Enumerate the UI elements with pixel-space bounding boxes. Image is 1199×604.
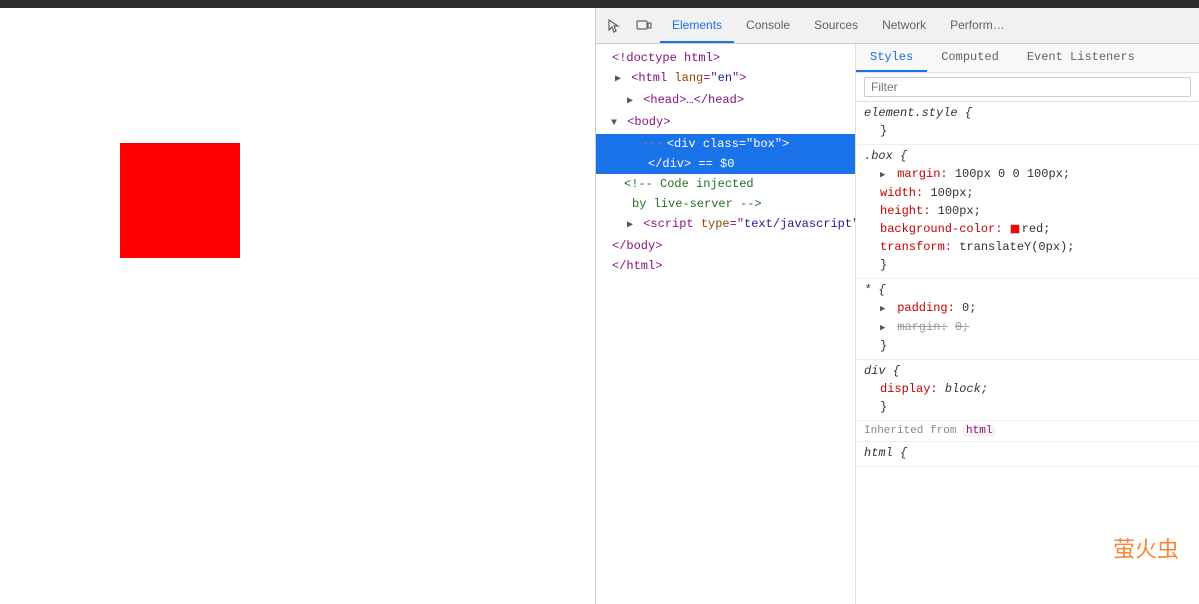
margin-star-triangle[interactable]: ▶ <box>880 319 890 337</box>
css-div-selector: div { <box>864 364 1191 378</box>
script-type-attr: type <box>701 217 730 231</box>
watermark: 萤火虫 <box>1113 532 1179 564</box>
div-class-attr: class <box>703 137 739 151</box>
dom-comment-2[interactable]: by live-server --> <box>596 194 855 214</box>
dom-body-open[interactable]: ▼ <body> <box>596 112 855 134</box>
css-width: width: 100px; <box>864 184 1191 202</box>
doctype-text: <!doctype html> <box>612 51 720 65</box>
dom-script[interactable]: ▶ <script type="text/javascript">…</scri… <box>596 214 855 236</box>
styles-panel: Styles Computed Event Listeners element.… <box>856 44 1199 604</box>
css-background-color: background-color: red; <box>864 220 1191 238</box>
styles-filter-bar <box>856 73 1199 102</box>
css-element-style: element.style { } <box>856 102 1199 145</box>
css-box-selector: .box { <box>864 149 1191 163</box>
head-triangle[interactable]: ▶ <box>624 93 636 111</box>
script-triangle[interactable]: ▶ <box>624 217 636 235</box>
css-padding: ▶ padding: 0; <box>864 299 1191 318</box>
css-html-selector: html { <box>864 446 1191 460</box>
body-tag-open: <body> <box>627 115 670 129</box>
html-lang-attr: lang <box>674 71 703 85</box>
html-close-tag: </html> <box>612 259 662 273</box>
cursor-inspect-icon[interactable] <box>600 12 628 40</box>
css-element-style-close: } <box>864 122 1191 140</box>
red-box-preview <box>120 143 240 258</box>
inherited-from-code: html <box>963 425 995 437</box>
css-margin-star: ▶ margin: 0; <box>864 318 1191 337</box>
tab-performance[interactable]: Perform… <box>938 8 1017 43</box>
css-star-rule: * { ▶ padding: 0; ▶ margin: 0; } <box>856 279 1199 360</box>
styles-subtabs: Styles Computed Event Listeners <box>856 44 1199 73</box>
css-div-rule: div { display: block; } <box>856 360 1199 421</box>
styles-filter-input[interactable] <box>864 77 1191 97</box>
css-margin: ▶ margin: 100px 0 0 100px; <box>864 165 1191 184</box>
devtools-body: <!doctype html> ▶ <html lang="en"> ▶ <he… <box>596 44 1199 604</box>
devtools-nav: Elements Console Sources Network Perform… <box>596 8 1199 44</box>
comment-text: <!-- Code injected <box>624 177 754 191</box>
subtab-event-listeners[interactable]: Event Listeners <box>1013 44 1149 72</box>
dom-div-selected[interactable]: ··· <div class="box"> <box>596 134 855 154</box>
device-toggle-icon[interactable] <box>630 12 658 40</box>
main-area: Elements Console Sources Network Perform… <box>0 8 1199 604</box>
subtab-styles[interactable]: Styles <box>856 44 927 72</box>
html-lang-value: en <box>718 71 732 85</box>
dom-comment[interactable]: <!-- Code injected <box>596 174 855 194</box>
margin-triangle[interactable]: ▶ <box>880 166 890 184</box>
devtools-panel: Elements Console Sources Network Perform… <box>595 8 1199 604</box>
dom-doctype[interactable]: <!doctype html> <box>596 48 855 68</box>
body-triangle[interactable]: ▼ <box>608 115 620 133</box>
css-star-close: } <box>864 337 1191 355</box>
html-tag-open: <html <box>631 71 674 85</box>
div-class-value: box <box>753 137 775 151</box>
css-div-close: } <box>864 398 1191 416</box>
inherited-header: Inherited from html <box>856 421 1199 442</box>
tab-console[interactable]: Console <box>734 8 802 43</box>
css-display: display: block; <box>864 380 1191 398</box>
top-bar <box>0 0 1199 8</box>
script-tag-open: <script <box>643 217 701 231</box>
css-height: height: 100px; <box>864 202 1191 220</box>
tab-elements[interactable]: Elements <box>660 8 734 43</box>
css-box-close: } <box>864 256 1191 274</box>
dom-html-close[interactable]: </html> <box>596 256 855 276</box>
color-swatch-red[interactable] <box>1010 224 1020 234</box>
dom-body-close[interactable]: </body> <box>596 236 855 256</box>
comment-text-2: by live-server --> <box>632 197 762 211</box>
dom-html-open[interactable]: ▶ <html lang="en"> <box>596 68 855 90</box>
preview-pane <box>0 8 595 604</box>
dom-head[interactable]: ▶ <head>…</head> <box>596 90 855 112</box>
padding-triangle[interactable]: ▶ <box>880 300 890 318</box>
dom-panel[interactable]: <!doctype html> ▶ <html lang="en"> ▶ <he… <box>596 44 856 604</box>
css-box-rule: .box { ▶ margin: 100px 0 0 100px; width:… <box>856 145 1199 279</box>
div-close-tag: </div> == $0 <box>648 157 734 171</box>
script-type-value: text/javascript <box>744 217 852 231</box>
css-transform: transform: translateY(0px); <box>864 238 1191 256</box>
css-element-style-selector: element.style { <box>864 106 1191 120</box>
css-star-selector: * { <box>864 283 1191 297</box>
dom-div-close[interactable]: </div> == $0 <box>596 154 855 174</box>
head-tag: <head> <box>643 93 686 107</box>
dom-context-dots[interactable]: ··· <box>640 137 664 151</box>
body-close-tag: </body> <box>612 239 662 253</box>
devtools-tabs: Elements Console Sources Network Perform… <box>660 8 1017 43</box>
div-tag-open: <div <box>667 137 703 151</box>
html-triangle[interactable]: ▶ <box>612 71 624 89</box>
tab-network[interactable]: Network <box>870 8 938 43</box>
subtab-computed[interactable]: Computed <box>927 44 1013 72</box>
tab-sources[interactable]: Sources <box>802 8 870 43</box>
css-html-rule: html { <box>856 442 1199 467</box>
